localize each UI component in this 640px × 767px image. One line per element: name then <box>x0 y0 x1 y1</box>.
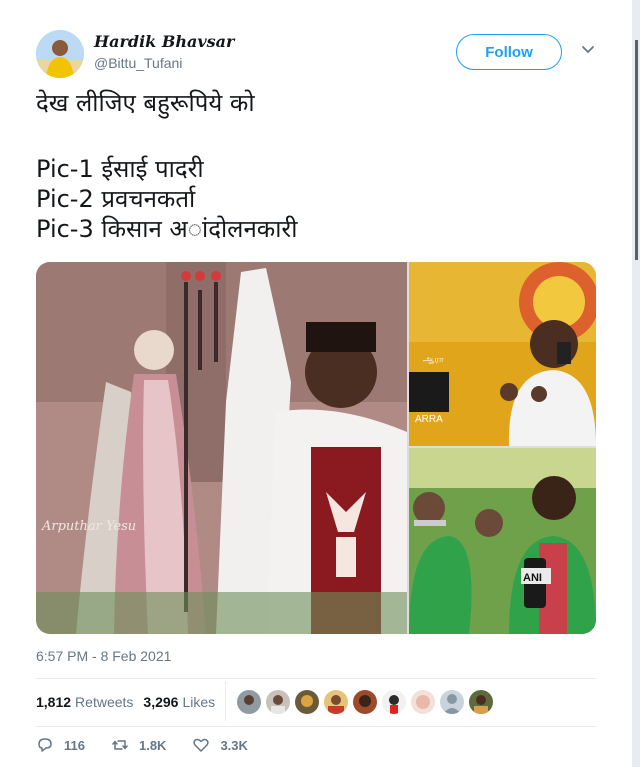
retweet-button[interactable]: 1.8K <box>111 736 166 754</box>
retweets-count[interactable]: 1,812 <box>36 694 71 710</box>
divider <box>36 726 596 727</box>
photo-farmer-protest[interactable]: ANI <box>409 448 596 634</box>
photo-priest[interactable]: Arputhar Yesu <box>36 262 407 634</box>
name-block: Hardik Bhavsar @Bittu_Tufani <box>94 32 234 71</box>
liker-avatars <box>237 690 498 714</box>
display-name[interactable]: Hardik Bhavsar <box>94 32 234 51</box>
retweet-icon <box>112 740 128 750</box>
photo-preacher[interactable]: ARRA ஆரா <box>409 262 596 446</box>
heart-icon <box>193 738 210 752</box>
retweets-label[interactable]: Retweets <box>75 694 133 710</box>
liker-avatar[interactable] <box>382 690 406 714</box>
channel-tag: ஆரா <box>423 355 444 365</box>
likes-count[interactable]: 3,296 <box>143 694 178 710</box>
liker-avatar[interactable] <box>469 690 493 714</box>
user-handle[interactable]: @Bittu_Tufani <box>94 55 234 71</box>
follow-button[interactable]: Follow <box>456 34 562 70</box>
divider <box>36 678 596 679</box>
liker-avatar[interactable] <box>411 690 435 714</box>
like-button[interactable]: 3.3K <box>192 736 248 754</box>
tweet-header: Hardik Bhavsar @Bittu_Tufani Follow <box>36 30 600 80</box>
logo-text: ANI <box>523 572 542 584</box>
stats-row: 1,812 Retweets 3,296 Likes <box>36 690 225 714</box>
liker-avatar[interactable] <box>237 690 261 714</box>
media-grid: Arputhar Yesu ARRA ஆரா ANI <box>36 262 596 634</box>
action-bar: 116 1.8K 3.3K <box>36 736 274 754</box>
liker-avatar[interactable] <box>266 690 290 714</box>
chevron-down-icon[interactable] <box>580 42 596 58</box>
scrollbar[interactable] <box>635 40 638 260</box>
tweet-line: Pic-3 किसान अांदोलनकारी <box>36 215 298 243</box>
reply-count: 116 <box>64 737 85 753</box>
window-edge <box>632 0 640 767</box>
timestamp[interactable]: 6:57 PM - 8 Feb 2021 <box>36 648 171 664</box>
retweet-count: 1.8K <box>138 737 167 753</box>
watermark-text: Arputhar Yesu <box>41 519 136 534</box>
liker-avatar[interactable] <box>324 690 348 714</box>
reply-icon <box>38 738 52 752</box>
tweet-text: देख लीजिए बहुरूपिये को Pic-1 ईसाई पादरी … <box>36 88 596 244</box>
liker-avatar[interactable] <box>353 690 377 714</box>
like-count: 3.3K <box>220 737 248 753</box>
tweet-line: Pic-1 ईसाई पादरी <box>36 155 204 183</box>
logo-text: ARRA <box>415 414 443 425</box>
liker-avatar[interactable] <box>295 690 319 714</box>
stats-divider <box>225 681 226 721</box>
reply-button[interactable]: 116 <box>36 736 85 754</box>
avatar[interactable] <box>36 30 84 78</box>
likes-label[interactable]: Likes <box>182 694 215 710</box>
liker-avatar[interactable] <box>440 690 464 714</box>
tweet-line: Pic-2 प्रवचनकर्ता <box>36 185 196 213</box>
tweet-line: देख लीजिए बहुरूपिये को <box>36 89 255 117</box>
